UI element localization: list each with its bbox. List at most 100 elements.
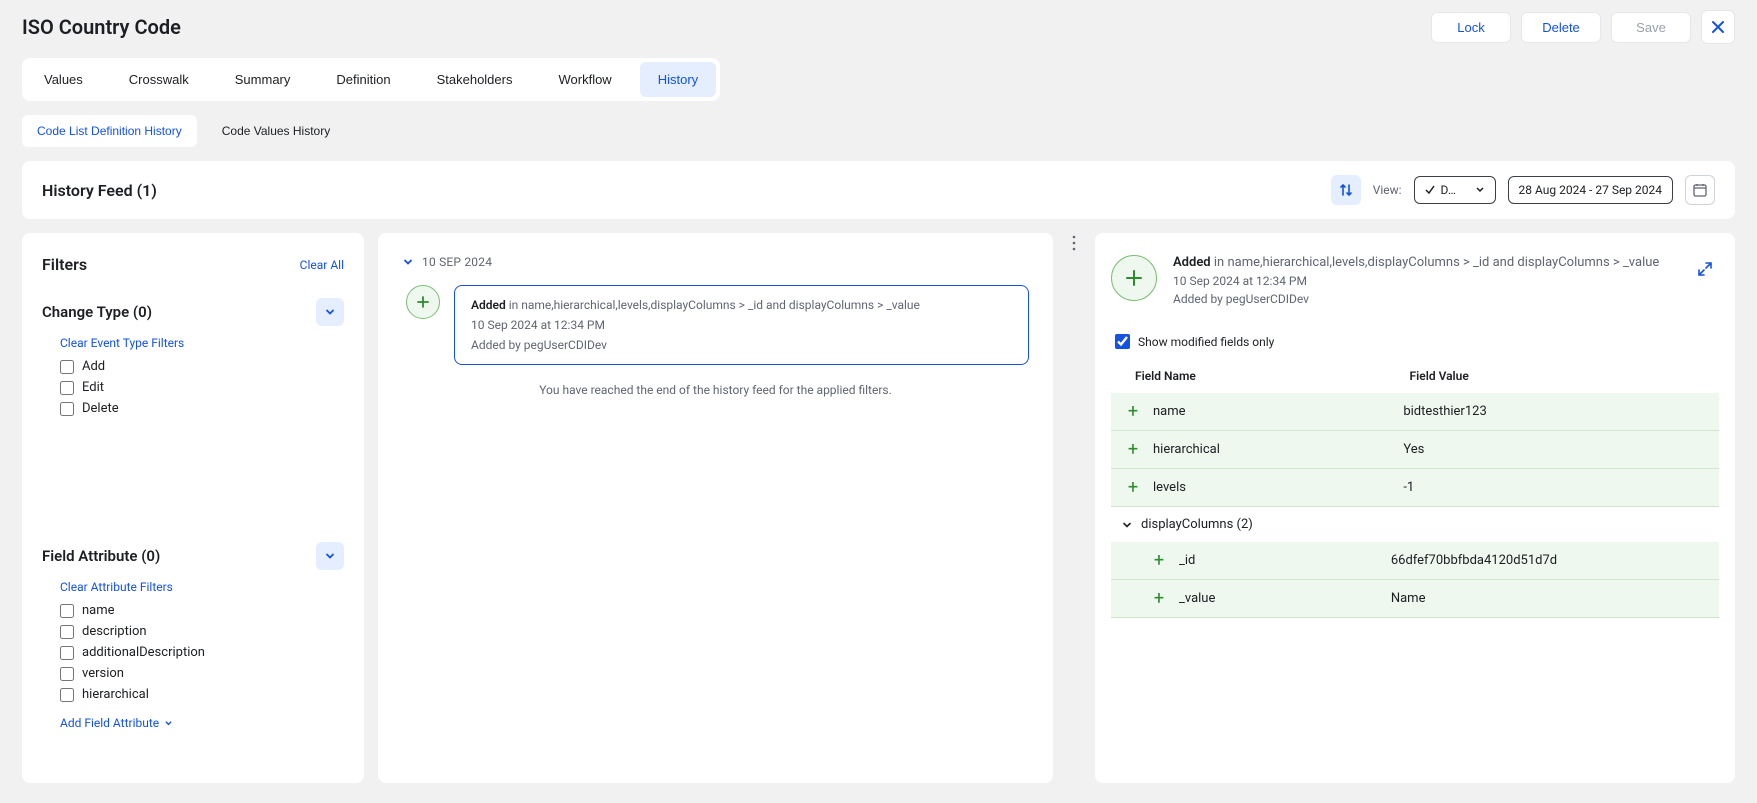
detail-row: + name bidtesthier123: [1111, 393, 1719, 431]
added-icon: [406, 285, 440, 319]
filter-hierarchical-option[interactable]: hierarchical: [60, 687, 344, 702]
feed-entry-row: Added in name,hierarchical,levels,displa…: [406, 285, 1029, 365]
history-feed-title: History Feed (1): [42, 181, 157, 200]
field-value: -1: [1403, 480, 1707, 495]
chevron-down-icon: [1475, 185, 1485, 195]
field-attribute-toggle[interactable]: [316, 542, 344, 570]
field-value: 66dfef70bbfbda4120d51d7d: [1391, 553, 1707, 568]
filter-description-option[interactable]: description: [60, 624, 344, 639]
detail-row: + _value Name: [1111, 580, 1719, 618]
tab-crosswalk[interactable]: Crosswalk: [111, 62, 207, 97]
feed-entry-summary: Added in name,hierarchical,levels,displa…: [471, 298, 1012, 312]
page-title: ISO Country Code: [22, 15, 181, 39]
history-feed-panel: 10 SEP 2024 Added in name,hierarchical,l…: [378, 233, 1053, 783]
detail-timestamp: 10 Sep 2024 at 12:34 PM: [1173, 274, 1675, 288]
feed-date-group: 10 SEP 2024: [422, 255, 492, 269]
col-field-value: Field Value: [1410, 369, 1707, 383]
field-value: Name: [1391, 591, 1707, 606]
feed-entry-card[interactable]: Added in name,hierarchical,levels,displa…: [454, 285, 1029, 365]
chevron-down-icon: [164, 719, 173, 728]
field-value: bidtesthier123: [1403, 404, 1707, 419]
filter-hierarchical-checkbox[interactable]: [60, 688, 74, 702]
detail-summary: Added in name,hierarchical,levels,displa…: [1173, 255, 1675, 270]
date-range-picker[interactable]: 28 Aug 2024 - 27 Sep 2024: [1508, 176, 1673, 204]
filter-add-checkbox[interactable]: [60, 360, 74, 374]
plus-icon: +: [1123, 477, 1143, 498]
panel-resize-handle[interactable]: [1067, 233, 1081, 253]
filter-edit-option[interactable]: Edit: [60, 380, 344, 395]
field-attribute-title: Field Attribute (0): [42, 547, 160, 565]
calendar-icon: [1692, 182, 1708, 198]
calendar-button[interactable]: [1685, 175, 1715, 205]
subtab-code-list-definition-history[interactable]: Code List Definition History: [22, 115, 197, 147]
feed-end-message: You have reached the end of the history …: [402, 383, 1029, 397]
filters-panel: Filters Clear All Change Type (0) Clear …: [22, 233, 364, 783]
show-modified-only-option[interactable]: Show modified fields only: [1115, 334, 1715, 349]
plus-icon: +: [1149, 588, 1169, 609]
date-range-text: 28 Aug 2024 - 27 Sep 2024: [1519, 183, 1662, 197]
show-modified-only-checkbox[interactable]: [1115, 334, 1130, 349]
plus-icon: +: [1123, 401, 1143, 422]
field-value: Yes: [1403, 442, 1707, 457]
view-value: D…: [1441, 183, 1469, 197]
detail-row: + levels -1: [1111, 469, 1719, 507]
clear-attribute-link[interactable]: Clear Attribute Filters: [60, 580, 173, 594]
filter-delete-checkbox[interactable]: [60, 402, 74, 416]
filter-additionaldescription-option[interactable]: additionalDescription: [60, 645, 344, 660]
tab-values[interactable]: Values: [26, 62, 101, 97]
filter-add-option[interactable]: Add: [60, 359, 344, 374]
filter-name-option[interactable]: name: [60, 603, 344, 618]
check-icon: [1425, 185, 1435, 195]
field-name: _id: [1179, 553, 1391, 568]
filter-edit-label: Edit: [82, 380, 104, 395]
field-name: hierarchical: [1153, 442, 1403, 457]
filter-name-checkbox[interactable]: [60, 604, 74, 618]
filter-additionaldescription-checkbox[interactable]: [60, 646, 74, 660]
filter-version-checkbox[interactable]: [60, 667, 74, 681]
delete-button[interactable]: Delete: [1521, 12, 1601, 43]
view-select[interactable]: D…: [1414, 176, 1496, 204]
chevron-down-icon[interactable]: [402, 256, 414, 268]
detail-group-row[interactable]: displayColumns (2): [1111, 507, 1719, 542]
filter-edit-checkbox[interactable]: [60, 381, 74, 395]
detail-row: + _id 66dfef70bbfbda4120d51d7d: [1111, 542, 1719, 580]
chevron-down-icon: [324, 306, 336, 318]
filter-description-label: description: [82, 624, 147, 639]
feed-entry-timestamp: 10 Sep 2024 at 12:34 PM: [471, 318, 1012, 332]
sort-icon: [1338, 182, 1354, 198]
chevron-down-icon: [324, 550, 336, 562]
clear-all-link[interactable]: Clear All: [300, 258, 344, 272]
filter-additionaldescription-label: additionalDescription: [82, 645, 205, 660]
close-button[interactable]: [1701, 10, 1735, 44]
detail-table: Field Name Field Value + name bidtesthie…: [1111, 359, 1719, 618]
change-type-toggle[interactable]: [316, 298, 344, 326]
subtab-code-values-history[interactable]: Code Values History: [207, 115, 346, 147]
detail-row: + hierarchical Yes: [1111, 431, 1719, 469]
filter-delete-option[interactable]: Delete: [60, 401, 344, 416]
sort-button[interactable]: [1331, 175, 1361, 205]
filter-version-label: version: [82, 666, 124, 681]
add-field-attribute-link[interactable]: Add Field Attribute: [60, 716, 173, 730]
tab-history[interactable]: History: [640, 62, 716, 97]
group-label: displayColumns (2): [1141, 517, 1253, 532]
expand-button[interactable]: [1691, 255, 1719, 283]
plus-icon: [1123, 267, 1145, 289]
lock-button[interactable]: Lock: [1431, 12, 1511, 43]
clear-event-type-link[interactable]: Clear Event Type Filters: [60, 336, 184, 350]
filters-title: Filters: [42, 255, 87, 274]
tab-definition[interactable]: Definition: [318, 62, 408, 97]
chevron-down-icon: [1121, 519, 1133, 531]
filter-version-option[interactable]: version: [60, 666, 344, 681]
tab-summary[interactable]: Summary: [217, 62, 309, 97]
filter-delete-label: Delete: [82, 401, 119, 416]
added-icon: [1111, 255, 1157, 301]
tab-stakeholders[interactable]: Stakeholders: [419, 62, 531, 97]
field-name: name: [1153, 404, 1403, 419]
history-subtabs: Code List Definition History Code Values…: [22, 115, 1735, 147]
field-name: _value: [1179, 591, 1391, 606]
filter-hierarchical-label: hierarchical: [82, 687, 149, 702]
filter-name-label: name: [82, 603, 115, 618]
detail-panel: Added in name,hierarchical,levels,displa…: [1095, 233, 1735, 783]
filter-description-checkbox[interactable]: [60, 625, 74, 639]
tab-workflow[interactable]: Workflow: [540, 62, 629, 97]
